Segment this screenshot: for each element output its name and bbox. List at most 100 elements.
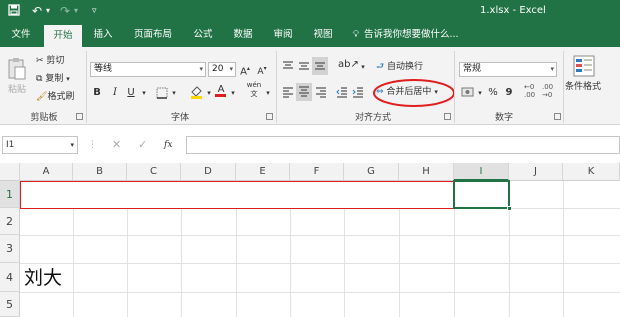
align-center-icon[interactable] (296, 83, 312, 101)
column-header-h[interactable]: H (399, 163, 454, 181)
decrease-font-size-icon[interactable]: A▾ (256, 62, 268, 77)
cut-button[interactable]: ✂ 剪切 (36, 55, 64, 67)
borders-icon[interactable] (156, 87, 168, 102)
increase-font-size-icon[interactable]: A▴ (239, 62, 251, 77)
row-header-5[interactable]: 5 (0, 292, 20, 317)
accounting-dropdown-icon[interactable]: ▾ (476, 86, 484, 100)
clipboard-group-label: 剪贴板 (30, 113, 58, 123)
decrease-decimal-icon[interactable]: .00 →0 (542, 83, 553, 99)
gridline (563, 181, 564, 317)
chevron-down-icon[interactable]: ▾ (199, 63, 203, 76)
font-name-value: 等线 (94, 64, 113, 74)
chevron-down-icon[interactable]: ▾ (229, 63, 233, 76)
row-header-4[interactable]: 4 (0, 263, 20, 292)
cell-a4[interactable]: 刘大 (24, 264, 62, 292)
phonetic-guide-icon[interactable]: wén 文 (245, 81, 263, 98)
column-header-a[interactable]: A (20, 163, 73, 181)
phonetic-dropdown-icon[interactable]: ▾ (264, 86, 272, 100)
increase-indent-icon[interactable] (352, 86, 364, 101)
active-cell-i1[interactable] (453, 180, 510, 209)
column-header-c[interactable]: C (127, 163, 181, 181)
tab-insert[interactable]: 插入 (86, 23, 120, 47)
column-header-f[interactable]: F (290, 163, 344, 181)
column-header-g[interactable]: G (344, 163, 399, 181)
scissors-icon: ✂ (36, 56, 44, 66)
row-header-2[interactable]: 2 (0, 208, 20, 235)
paste-icon[interactable] (7, 57, 27, 84)
increase-decimal-icon[interactable]: ←0.00 (524, 83, 535, 99)
spreadsheet-grid: A B C D E F G H I J K 1 2 3 4 5 刘大 (0, 163, 620, 317)
decrease-indent-icon[interactable] (336, 86, 348, 101)
select-all-corner[interactable] (0, 163, 20, 181)
fill-handle[interactable] (507, 206, 512, 211)
paste-button-label[interactable]: 粘贴 (8, 84, 26, 96)
redo-icon[interactable]: ↷ (60, 4, 70, 18)
conditional-formatting-label[interactable]: 条件格式 (565, 81, 601, 93)
column-header-k[interactable]: K (563, 163, 620, 181)
separator (454, 51, 455, 123)
column-header-d[interactable]: D (181, 163, 236, 181)
number-format-combo[interactable]: 常规 ▾ (459, 62, 557, 77)
separator (86, 51, 87, 123)
accounting-format-icon[interactable] (461, 86, 475, 101)
undo-icon[interactable]: ↶ (32, 4, 42, 18)
copy-dropdown-icon[interactable]: ▾ (66, 75, 70, 83)
font-size-combo[interactable]: 20 ▾ (208, 62, 236, 77)
column-header-b[interactable]: B (73, 163, 127, 181)
customize-toolbar-icon[interactable]: ▿ (92, 4, 97, 18)
italic-button[interactable]: I (110, 86, 120, 100)
align-left-icon[interactable] (282, 86, 294, 101)
cancel-icon[interactable]: ✕ (112, 139, 121, 151)
column-header-j[interactable]: J (509, 163, 563, 181)
fill-color-icon[interactable] (190, 85, 203, 102)
tab-review[interactable]: 审阅 (266, 23, 300, 47)
tell-me-search[interactable]: 告诉我你想要做什么... (364, 23, 464, 47)
column-header-e[interactable]: E (236, 163, 290, 181)
align-right-icon[interactable] (315, 86, 327, 101)
row-header-3[interactable]: 3 (0, 235, 20, 263)
wrap-text-button[interactable]: ⮐ 自动换行 (376, 61, 423, 73)
conditional-formatting-icon[interactable] (573, 55, 595, 80)
percent-style-button[interactable]: % (488, 86, 498, 100)
column-header-i[interactable]: I (454, 163, 509, 181)
redo-dropdown-icon[interactable]: ▾ (74, 4, 78, 18)
insert-function-icon[interactable]: fx (164, 139, 172, 151)
enter-check-icon[interactable]: ✓ (138, 139, 147, 151)
comma-style-button[interactable]: 9 (504, 86, 514, 100)
font-name-combo[interactable]: 等线 ▾ (90, 62, 206, 77)
borders-dropdown-icon[interactable]: ▾ (170, 86, 178, 100)
orientation-dropdown-icon[interactable]: ▾ (359, 60, 367, 74)
align-middle-icon[interactable] (298, 60, 310, 75)
name-box-value: I1 (6, 140, 15, 150)
align-bottom-icon[interactable] (312, 57, 328, 75)
underline-button[interactable]: U (126, 86, 136, 100)
orientation-icon[interactable]: ab↗ (338, 59, 359, 70)
chevron-down-icon[interactable]: ▾ (550, 63, 554, 76)
alignment-launcher-icon[interactable] (444, 113, 451, 120)
number-launcher-icon[interactable] (554, 113, 561, 120)
undo-dropdown-icon[interactable]: ▾ (46, 4, 50, 18)
tab-data[interactable]: 数据 (226, 23, 260, 47)
font-launcher-icon[interactable] (266, 113, 273, 120)
formula-input[interactable] (186, 136, 620, 154)
clipboard-launcher-icon[interactable] (76, 113, 83, 120)
chevron-down-icon[interactable]: ▾ (70, 137, 74, 153)
tab-file[interactable]: 文件 (4, 23, 38, 47)
selected-range-a1-h1[interactable] (20, 181, 454, 209)
format-painter-button[interactable]: 🖌︎格式刷 (36, 91, 74, 103)
underline-dropdown-icon[interactable]: ▾ (140, 86, 148, 100)
align-top-icon[interactable] (282, 60, 294, 75)
copy-button[interactable]: ⧉ 复制 ▾ (36, 73, 70, 85)
tab-page-layout[interactable]: 页面布局 (128, 23, 178, 47)
bold-button[interactable]: B (92, 86, 102, 100)
font-color-icon[interactable]: A (215, 83, 227, 97)
more-options-icon[interactable]: ⋮ (88, 139, 97, 151)
tab-home[interactable]: 开始 (44, 25, 82, 47)
fill-color-dropdown-icon[interactable]: ▾ (205, 86, 213, 100)
font-color-dropdown-icon[interactable]: ▾ (229, 86, 237, 100)
name-box[interactable]: I1 ▾ (2, 136, 78, 154)
save-icon[interactable] (8, 4, 20, 18)
tab-formulas[interactable]: 公式 (186, 23, 220, 47)
tab-view[interactable]: 视图 (306, 23, 340, 47)
row-header-1[interactable]: 1 (0, 181, 20, 208)
